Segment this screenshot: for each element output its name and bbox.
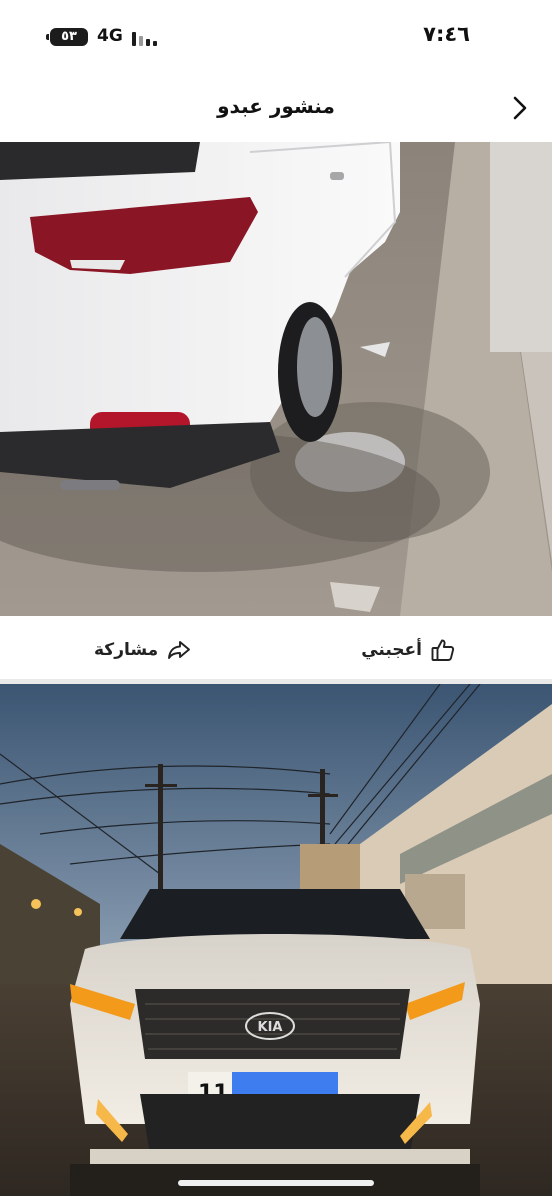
post-actions: مشاركة أعجبني [0,616,552,684]
post-photo-2[interactable]: KIA 11 [0,684,552,1196]
like-label: أعجبني [361,640,422,660]
battery-icon: ٥٣ [46,28,88,46]
chevron-right-icon[interactable] [506,94,534,122]
like-button[interactable]: أعجبني [361,636,456,664]
signal-icon [132,30,162,46]
clock: ٧:٤٦ [423,22,470,46]
page-title: منشور عبدو [217,94,335,118]
share-arrow-icon [168,641,191,659]
thumbs-up-icon [431,639,455,661]
status-bar: ٥٣ 4G ٧:٤٦ [0,0,552,76]
kia-badge: KIA [258,1020,283,1035]
share-label: مشاركة [94,640,159,660]
share-button[interactable]: مشاركة [94,636,192,664]
post-photo-1[interactable] [0,142,552,616]
home-indicator[interactable] [178,1180,374,1186]
nav-header: منشور عبدو [0,76,552,142]
network-type: 4G [97,26,123,46]
